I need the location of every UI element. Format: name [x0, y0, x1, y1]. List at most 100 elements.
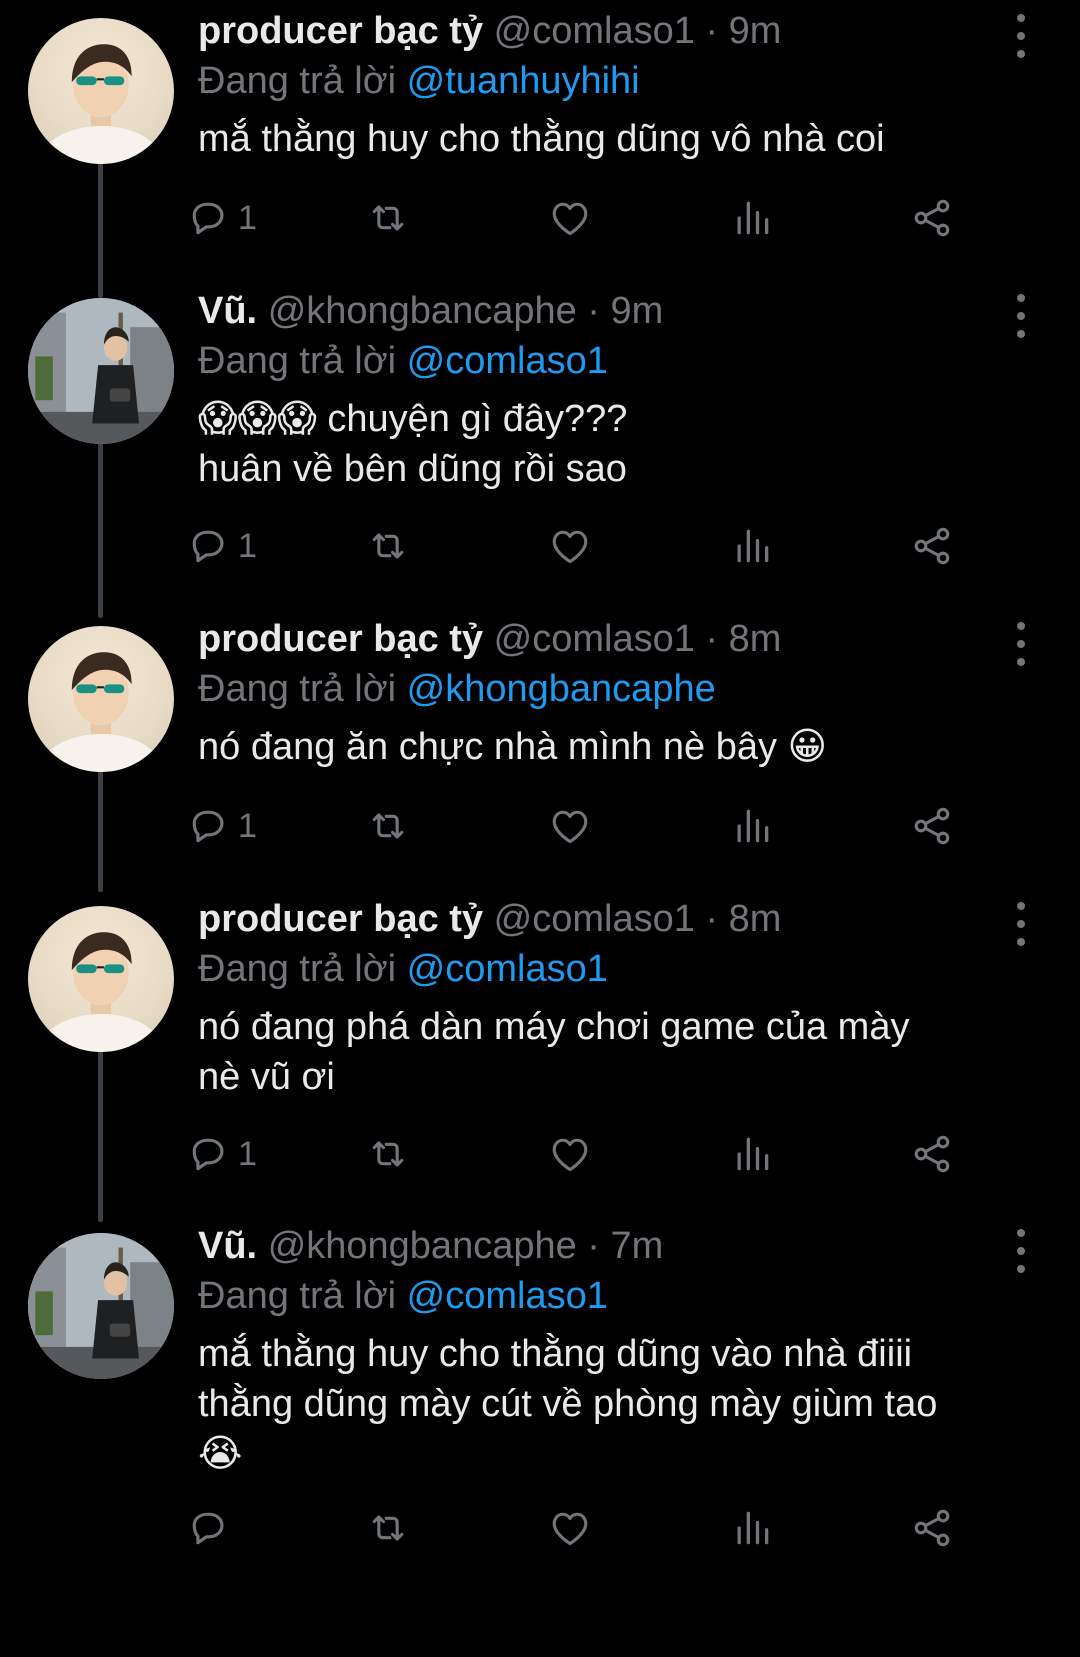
tweet-text-line: nè vũ ơi — [198, 1056, 335, 1098]
timestamp[interactable]: 9m — [729, 10, 782, 52]
reply-button[interactable]: 1 — [186, 521, 257, 571]
replying-to: Đang trả lời @comlaso1 — [198, 1271, 1038, 1321]
retweet-icon — [372, 813, 404, 839]
like-icon — [552, 810, 588, 844]
mention-link[interactable]: @comlaso1 — [407, 948, 608, 990]
separator-dot: · — [705, 10, 729, 52]
views-icon — [737, 529, 769, 563]
reply-button[interactable]: 1 — [186, 1129, 257, 1179]
share-button[interactable] — [910, 1129, 954, 1179]
mention-link[interactable]: @tuanhuyhihi — [407, 60, 640, 102]
timestamp[interactable]: 8m — [729, 898, 782, 940]
share-icon — [914, 199, 950, 237]
timestamp[interactable]: 9m — [611, 290, 664, 332]
avatar[interactable] — [28, 18, 174, 164]
display-name[interactable]: Vũ. — [198, 1225, 257, 1267]
avatar[interactable] — [28, 298, 174, 444]
like-button[interactable] — [548, 1129, 592, 1179]
views-button[interactable] — [730, 801, 774, 851]
tweet-text-line: 😱😱😱 chuyện gì đây??? — [198, 398, 628, 440]
retweet-button[interactable] — [366, 521, 410, 571]
replying-to-label: Đang trả lời — [198, 1275, 397, 1317]
user-handle[interactable]: @comlaso1 — [494, 618, 695, 660]
retweet-icon — [372, 205, 404, 231]
tweet-body: producer bạc tỷ @comlaso1 · 8m Đang trả … — [198, 894, 1038, 1102]
replying-to-label: Đang trả lời — [198, 340, 397, 382]
avatar[interactable] — [28, 626, 174, 772]
display-name[interactable]: producer bạc tỷ — [198, 10, 483, 52]
display-name[interactable]: Vũ. — [198, 290, 257, 332]
avatar[interactable] — [28, 906, 174, 1052]
separator-dot: · — [705, 618, 729, 660]
thread-connector — [98, 1036, 103, 1222]
retweet-button[interactable] — [366, 193, 410, 243]
share-icon — [914, 807, 950, 845]
share-icon — [914, 1509, 950, 1547]
more-icon[interactable] — [1006, 1229, 1036, 1273]
like-button[interactable] — [548, 193, 592, 243]
tweet-header: producer bạc tỷ @comlaso1 · 9m — [198, 6, 1038, 56]
tweet-text: nó đang ăn chực nhà mình nè bây 😀 — [198, 722, 1038, 772]
share-button[interactable] — [910, 801, 954, 851]
views-button[interactable] — [730, 521, 774, 571]
tweet-body: producer bạc tỷ @comlaso1 · 9m Đang trả … — [198, 6, 1038, 164]
display-name[interactable]: producer bạc tỷ — [198, 618, 483, 660]
reply-icon — [192, 530, 224, 563]
views-icon — [737, 1137, 769, 1171]
reply-count: 1 — [238, 526, 257, 565]
action-bar: 1 — [192, 193, 1028, 243]
timestamp[interactable]: 8m — [729, 618, 782, 660]
tweet-header: Vũ. @khongbancaphe · 9m — [198, 286, 1038, 336]
reply-icon — [192, 1512, 224, 1545]
tweet-text-line: mắ thằng huy cho thằng dũng vô nhà coi — [198, 118, 885, 160]
share-button[interactable] — [910, 193, 954, 243]
replying-to-label: Đang trả lời — [198, 668, 397, 710]
tweet-header: producer bạc tỷ @comlaso1 · 8m — [198, 614, 1038, 664]
tweet-body: producer bạc tỷ @comlaso1 · 8m Đang trả … — [198, 614, 1038, 772]
action-bar: 1 — [192, 801, 1028, 851]
display-name[interactable]: producer bạc tỷ — [198, 898, 483, 940]
avatar[interactable] — [28, 1233, 174, 1379]
mention-link[interactable]: @comlaso1 — [407, 340, 608, 382]
views-button[interactable] — [730, 1503, 774, 1553]
reply-button[interactable] — [186, 1503, 238, 1553]
reply-button[interactable]: 1 — [186, 193, 257, 243]
user-handle[interactable]: @comlaso1 — [494, 898, 695, 940]
more-icon[interactable] — [1006, 14, 1036, 58]
views-icon — [737, 809, 769, 843]
tweet-header: Vũ. @khongbancaphe · 7m — [198, 1221, 1038, 1271]
reply-icon — [192, 810, 224, 843]
like-button[interactable] — [548, 521, 592, 571]
like-icon — [552, 202, 588, 236]
more-icon[interactable] — [1006, 294, 1036, 338]
views-button[interactable] — [730, 193, 774, 243]
retweet-icon — [372, 533, 404, 559]
reply-icon — [192, 202, 224, 235]
reply-count: 1 — [238, 198, 257, 237]
replying-to: Đang trả lời @tuanhuyhihi — [198, 56, 1038, 106]
like-button[interactable] — [548, 1503, 592, 1553]
more-icon[interactable] — [1006, 622, 1036, 666]
user-handle[interactable]: @comlaso1 — [494, 10, 695, 52]
user-handle[interactable]: @khongbancaphe — [268, 1225, 577, 1267]
mention-link[interactable]: @khongbancaphe — [407, 668, 716, 710]
replying-to-label: Đang trả lời — [198, 60, 397, 102]
tweet-text-line: 😭 — [198, 1433, 243, 1475]
retweet-button[interactable] — [366, 801, 410, 851]
tweet-header: producer bạc tỷ @comlaso1 · 8m — [198, 894, 1038, 944]
views-icon — [737, 201, 769, 235]
more-icon[interactable] — [1006, 902, 1036, 946]
like-button[interactable] — [548, 801, 592, 851]
retweet-button[interactable] — [366, 1503, 410, 1553]
thread-connector — [98, 428, 103, 618]
timestamp[interactable]: 7m — [611, 1225, 664, 1267]
user-handle[interactable]: @khongbancaphe — [268, 290, 577, 332]
reply-thread: producer bạc tỷ @comlaso1 · 9m Đang trả … — [0, 0, 1080, 1657]
retweet-button[interactable] — [366, 1129, 410, 1179]
tweet-text-line: nó đang phá dàn máy chơi game của mày — [198, 1006, 910, 1048]
share-button[interactable] — [910, 521, 954, 571]
mention-link[interactable]: @comlaso1 — [407, 1275, 608, 1317]
reply-button[interactable]: 1 — [186, 801, 257, 851]
views-button[interactable] — [730, 1129, 774, 1179]
share-button[interactable] — [910, 1503, 954, 1553]
